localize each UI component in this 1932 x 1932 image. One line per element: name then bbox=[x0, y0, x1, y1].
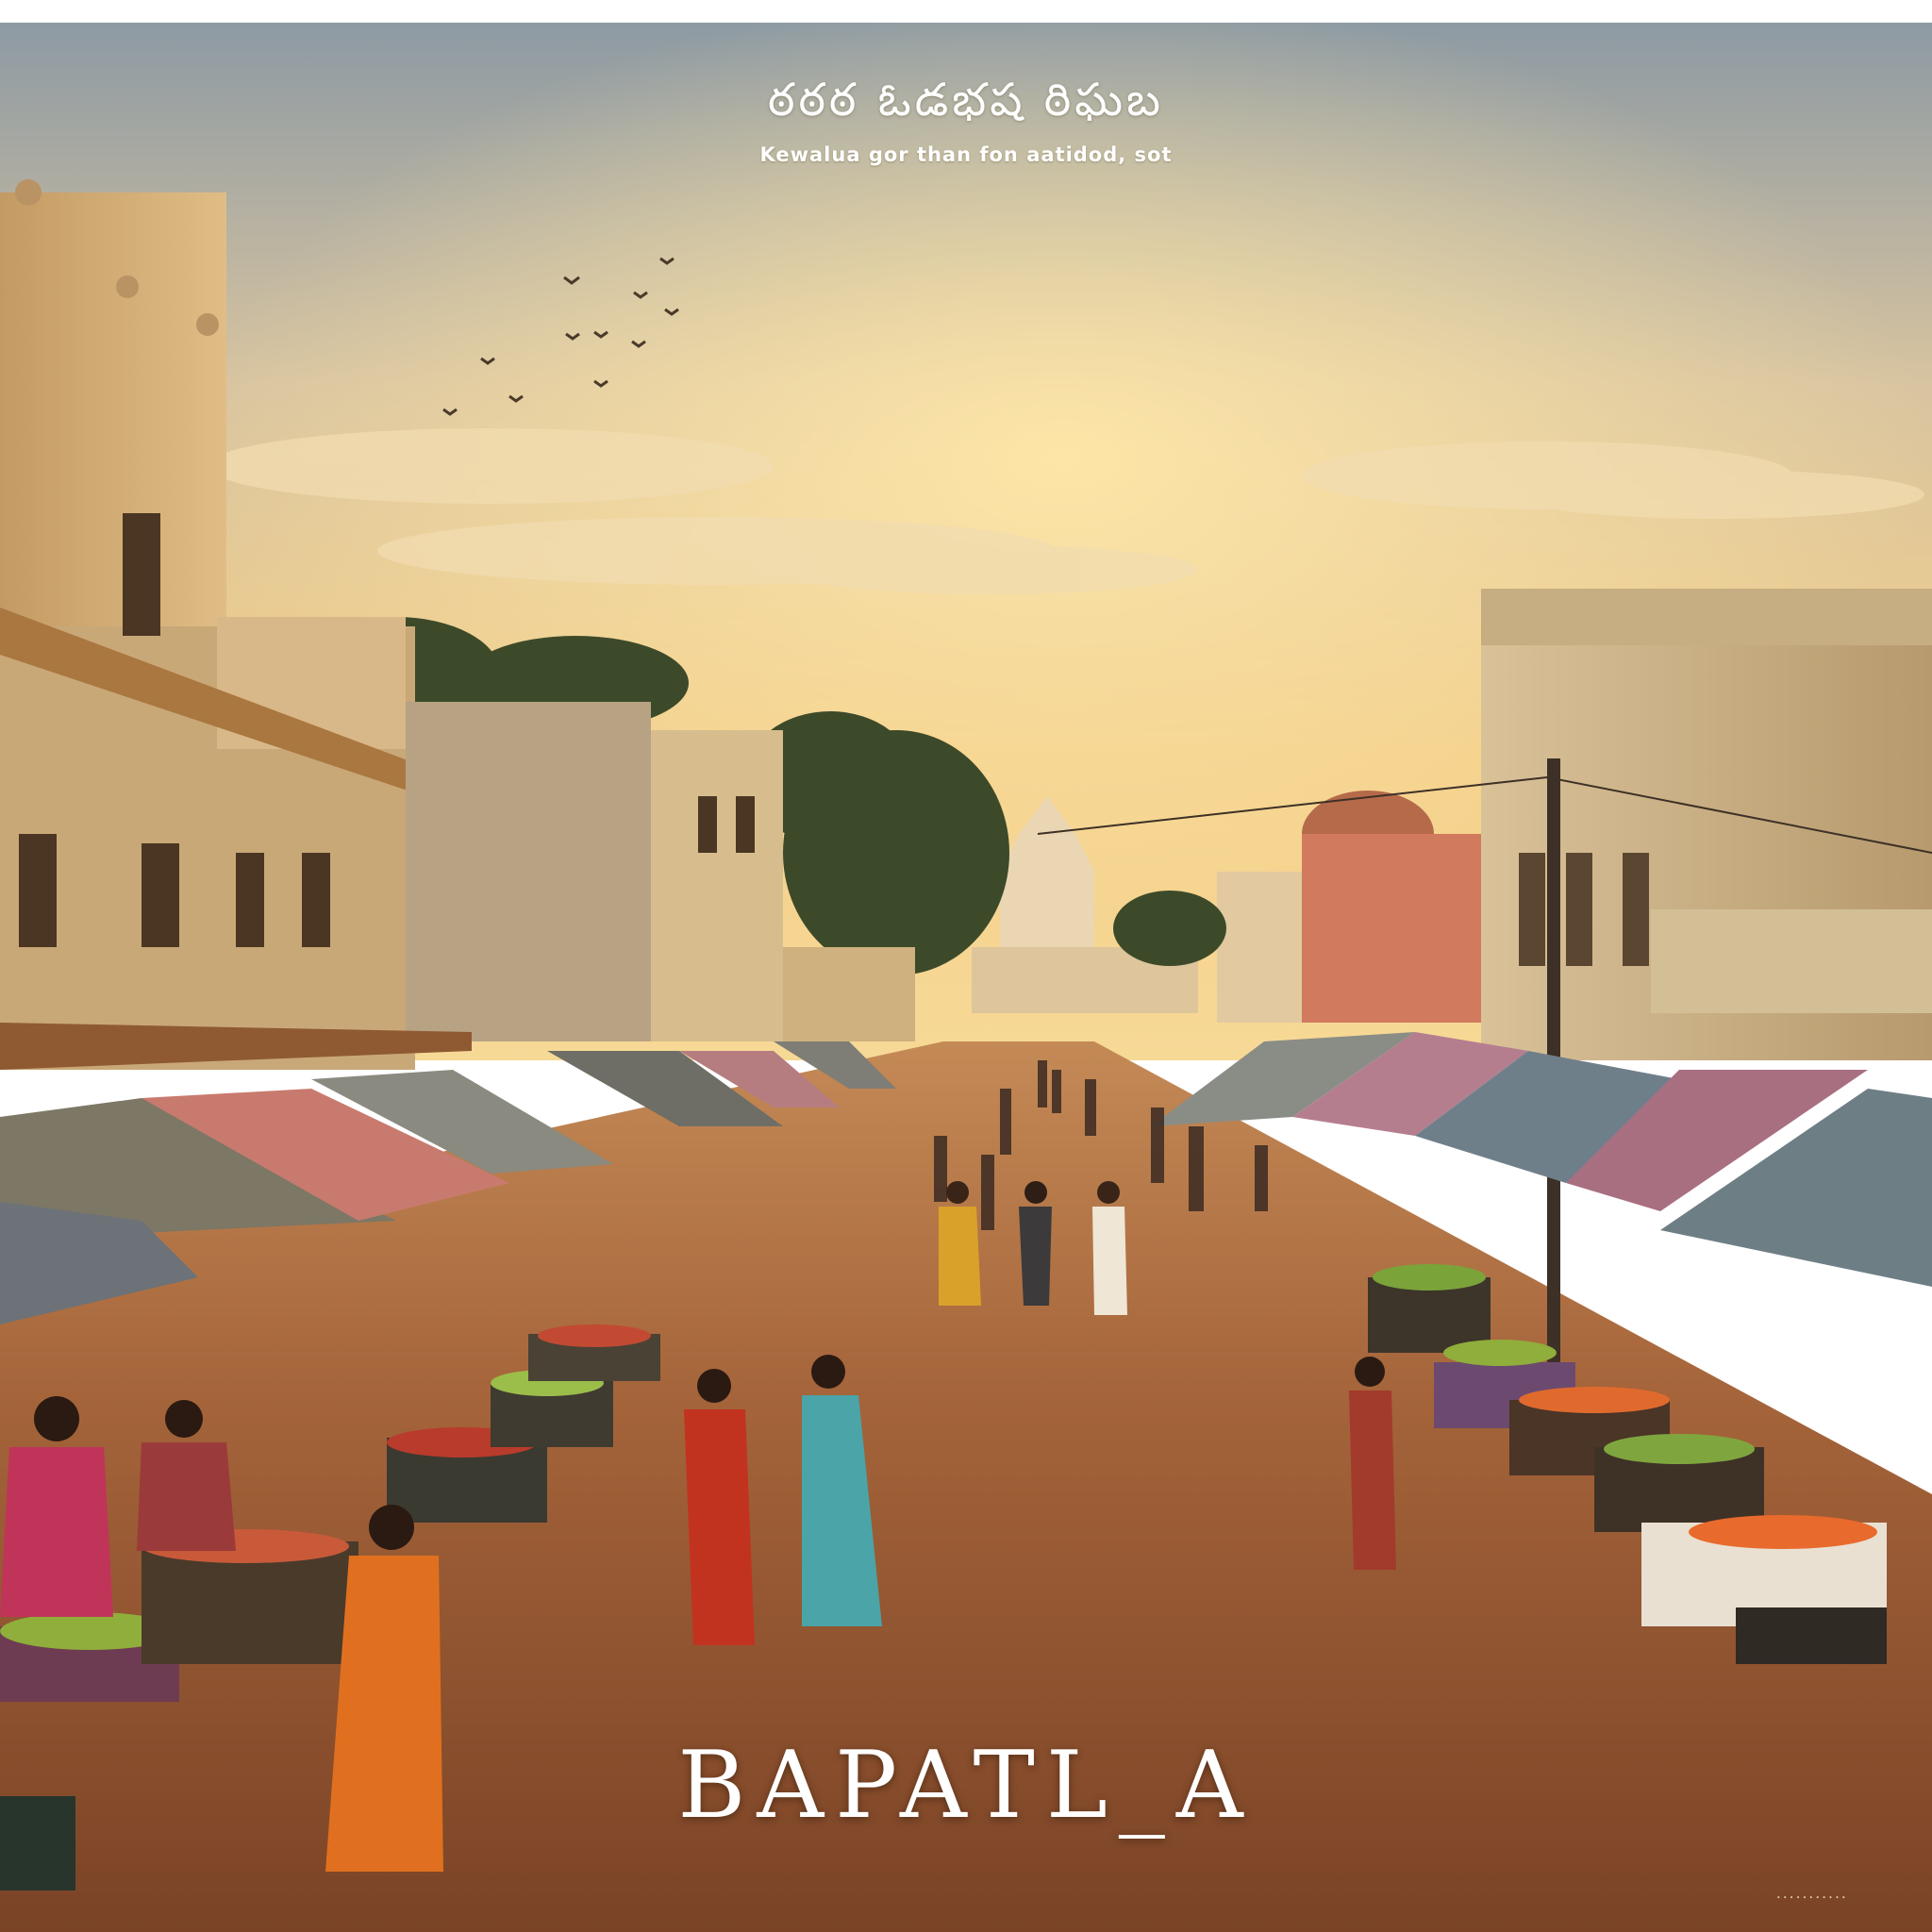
footer-note: ꞏ ꞏ ꞏ ꞏ ꞏ ꞏ ꞏ ꞏ ꞏ ꞏ ꞏ bbox=[1776, 1891, 1845, 1904]
person-red-sari bbox=[684, 1369, 755, 1645]
scene-illustration bbox=[0, 23, 1932, 1932]
tagline: Kewalua gor than fon aatidod, sot bbox=[759, 143, 1173, 166]
town-name-title: BAPATL_A bbox=[677, 1732, 1255, 1840]
market-street-photo bbox=[0, 23, 1932, 1932]
script-title: ఠఠఠ ఓడభష ఠిఘబ bbox=[768, 74, 1164, 126]
